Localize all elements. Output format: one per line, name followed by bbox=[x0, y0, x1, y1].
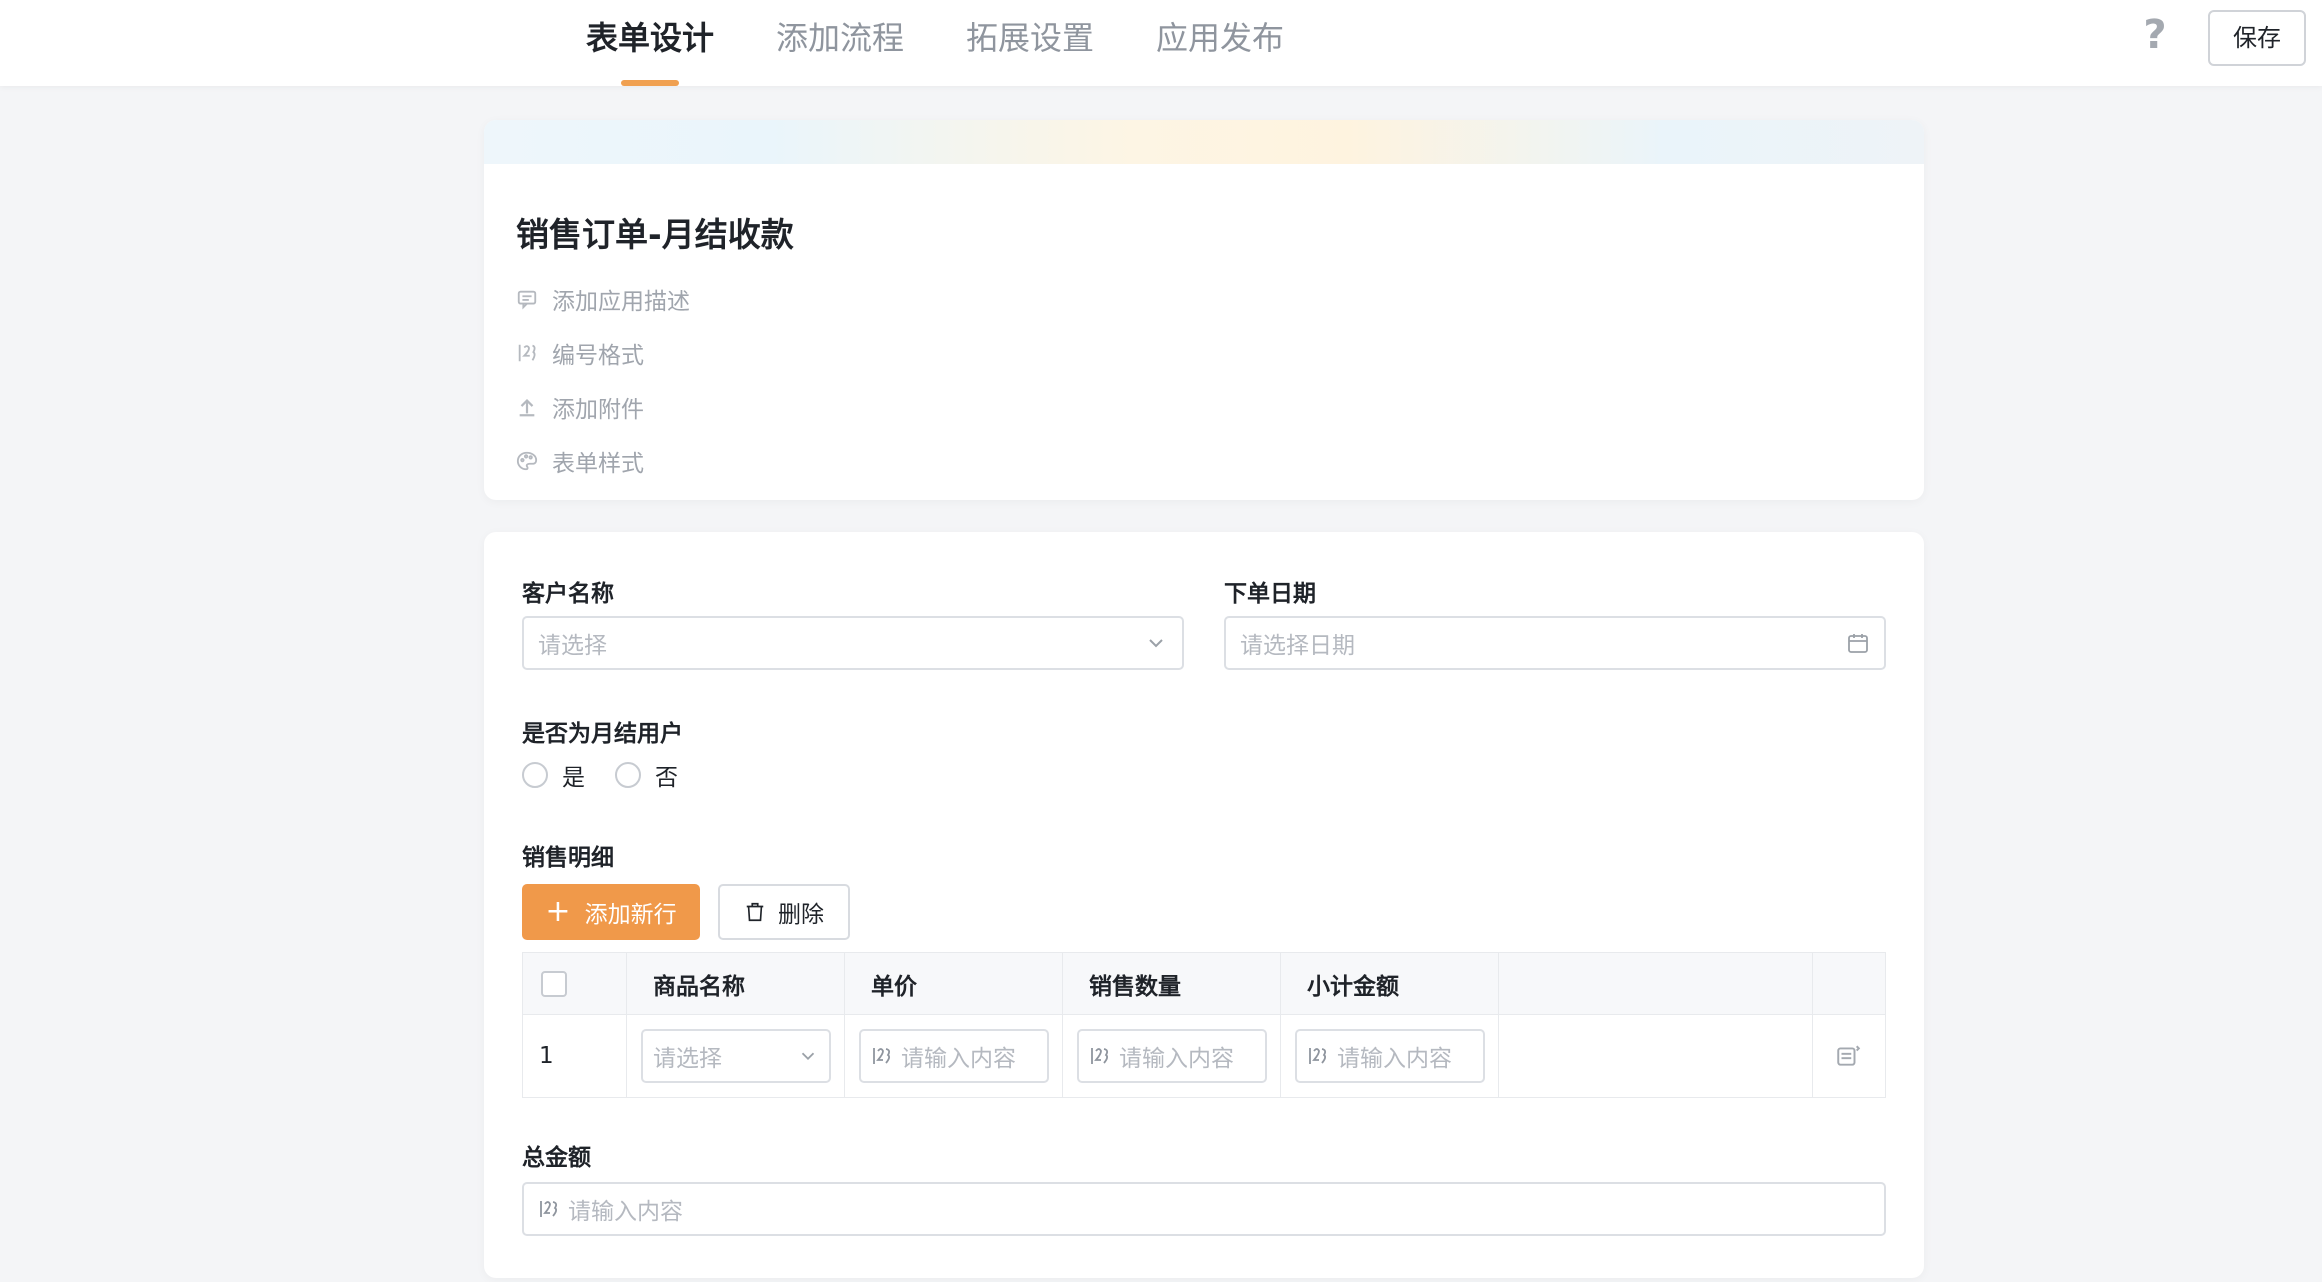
row-detail-icon[interactable] bbox=[1835, 1043, 1861, 1069]
radio-circle-no bbox=[615, 762, 641, 788]
form-style-label: 表单样式 bbox=[552, 451, 644, 477]
radio-option-no[interactable]: 否 bbox=[615, 758, 678, 792]
add-attachment-link[interactable]: 添加附件 bbox=[516, 380, 690, 434]
add-attachment-label: 添加附件 bbox=[552, 397, 644, 423]
price-placeholder: 请输入内容 bbox=[901, 1046, 1016, 1072]
form-style-link[interactable]: 表单样式 bbox=[516, 434, 690, 488]
delete-label: 删除 bbox=[778, 902, 824, 928]
header-cell-qty: 销售数量 bbox=[1063, 953, 1281, 1014]
help-icon[interactable]: ? bbox=[2138, 10, 2172, 60]
total-amount-input[interactable]: 请输入内容 bbox=[522, 1182, 1886, 1236]
palette-icon bbox=[516, 451, 538, 471]
monthly-user-radio-group: 是 否 bbox=[522, 758, 708, 792]
header-cell-product: 商品名称 bbox=[627, 953, 845, 1014]
total-amount-placeholder: 请输入内容 bbox=[568, 1199, 683, 1225]
product-placeholder: 请选择 bbox=[653, 1046, 722, 1072]
delete-button[interactable]: 删除 bbox=[718, 884, 850, 940]
number-input-icon bbox=[873, 1048, 891, 1064]
product-select[interactable]: 请选择 bbox=[641, 1029, 831, 1083]
top-bar: 表单设计 添加流程 拓展设置 应用发布 ? 保存 bbox=[0, 0, 2322, 86]
add-description-label: 添加应用描述 bbox=[552, 289, 690, 315]
order-date-picker[interactable]: 请选择日期 bbox=[1224, 616, 1886, 670]
table-header: 商品名称 单价 销售数量 小计金额 bbox=[523, 953, 1885, 1015]
number-input-icon bbox=[1309, 1048, 1327, 1064]
tab-form-design[interactable]: 表单设计 bbox=[586, 0, 714, 86]
form-meta-list: 添加应用描述 编号格式 添加附件 表单样式 bbox=[516, 272, 690, 488]
header-cell-actions bbox=[1813, 953, 1887, 1014]
header-cell-empty bbox=[1499, 953, 1813, 1014]
column-header-product: 商品名称 bbox=[653, 973, 745, 1000]
plus-icon: + bbox=[545, 894, 571, 929]
row-price-cell: 请输入内容 bbox=[845, 1015, 1063, 1097]
number-format-label: 编号格式 bbox=[552, 343, 644, 369]
row-empty-cell bbox=[1499, 1015, 1813, 1097]
add-description-link[interactable]: 添加应用描述 bbox=[516, 272, 690, 326]
save-button[interactable]: 保存 bbox=[2208, 10, 2306, 66]
customer-name-select[interactable]: 请选择 bbox=[522, 616, 1184, 670]
order-date-placeholder: 请选择日期 bbox=[1240, 633, 1355, 659]
subtotal-input[interactable]: 请输入内容 bbox=[1295, 1029, 1485, 1083]
radio-circle-yes bbox=[522, 762, 548, 788]
header-banner bbox=[484, 120, 1924, 164]
subtotal-placeholder: 请输入内容 bbox=[1337, 1046, 1452, 1072]
number-input-icon bbox=[540, 1201, 558, 1217]
customer-name-label: 客户名称 bbox=[522, 581, 614, 607]
upload-icon bbox=[519, 399, 535, 417]
sales-details-table: 商品名称 单价 销售数量 小计金额 1 请选择 请输入内容 请输入内容 请输入内… bbox=[522, 952, 1886, 1098]
order-date-label: 下单日期 bbox=[1224, 581, 1316, 607]
tab-bar: 表单设计 添加流程 拓展设置 应用发布 bbox=[586, 0, 1346, 86]
tab-extended-settings[interactable]: 拓展设置 bbox=[966, 0, 1094, 86]
sales-details-label: 销售明细 bbox=[522, 845, 614, 871]
row-qty-cell: 请输入内容 bbox=[1063, 1015, 1281, 1097]
row-action-cell bbox=[1813, 1015, 1887, 1097]
table-row: 1 请选择 请输入内容 请输入内容 请输入内容 bbox=[523, 1015, 1885, 1097]
column-header-quantity: 销售数量 bbox=[1089, 973, 1181, 1000]
form-title[interactable]: 销售订单-月结收款 bbox=[516, 208, 794, 256]
header-select-cell bbox=[523, 953, 627, 1014]
header-cell-price: 单价 bbox=[845, 953, 1063, 1014]
select-all-checkbox[interactable] bbox=[541, 970, 567, 997]
comment-icon bbox=[517, 290, 537, 310]
row-index-cell: 1 bbox=[523, 1015, 627, 1097]
form-header-card: 销售订单-月结收款 添加应用描述 编号格式 添加附件 表单样式 bbox=[484, 120, 1924, 500]
form-body-card: 客户名称 请选择 下单日期 请选择日期 是否为月结用户 是 否 销售明细 + 添… bbox=[484, 532, 1924, 1278]
calendar-icon bbox=[1848, 634, 1868, 653]
radio-label-no: 否 bbox=[655, 765, 678, 791]
number-format-icon bbox=[518, 344, 536, 362]
tab-add-process[interactable]: 添加流程 bbox=[776, 0, 904, 86]
radio-label-yes: 是 bbox=[562, 765, 585, 791]
row-product-cell: 请选择 bbox=[627, 1015, 845, 1097]
radio-option-yes[interactable]: 是 bbox=[522, 758, 585, 792]
quantity-input[interactable]: 请输入内容 bbox=[1077, 1029, 1267, 1083]
tab-app-publish[interactable]: 应用发布 bbox=[1156, 0, 1284, 86]
add-row-label: 添加新行 bbox=[584, 902, 677, 928]
chevron-down-icon bbox=[801, 1052, 815, 1061]
row-index: 1 bbox=[539, 1043, 554, 1069]
price-input[interactable]: 请输入内容 bbox=[859, 1029, 1049, 1083]
trash-icon bbox=[746, 902, 764, 922]
header-cell-subtotal: 小计金额 bbox=[1281, 953, 1499, 1014]
add-row-button[interactable]: + 添加新行 bbox=[522, 884, 700, 940]
column-header-price: 单价 bbox=[871, 973, 917, 1000]
column-header-subtotal: 小计金额 bbox=[1307, 973, 1399, 1000]
monthly-user-label: 是否为月结用户 bbox=[522, 721, 683, 747]
number-input-icon bbox=[1091, 1048, 1109, 1064]
row-subtotal-cell: 请输入内容 bbox=[1281, 1015, 1499, 1097]
quantity-placeholder: 请输入内容 bbox=[1119, 1046, 1234, 1072]
number-format-link[interactable]: 编号格式 bbox=[516, 326, 690, 380]
chevron-down-icon bbox=[1149, 639, 1163, 648]
customer-name-placeholder: 请选择 bbox=[538, 633, 607, 659]
total-amount-label: 总金额 bbox=[522, 1145, 591, 1171]
